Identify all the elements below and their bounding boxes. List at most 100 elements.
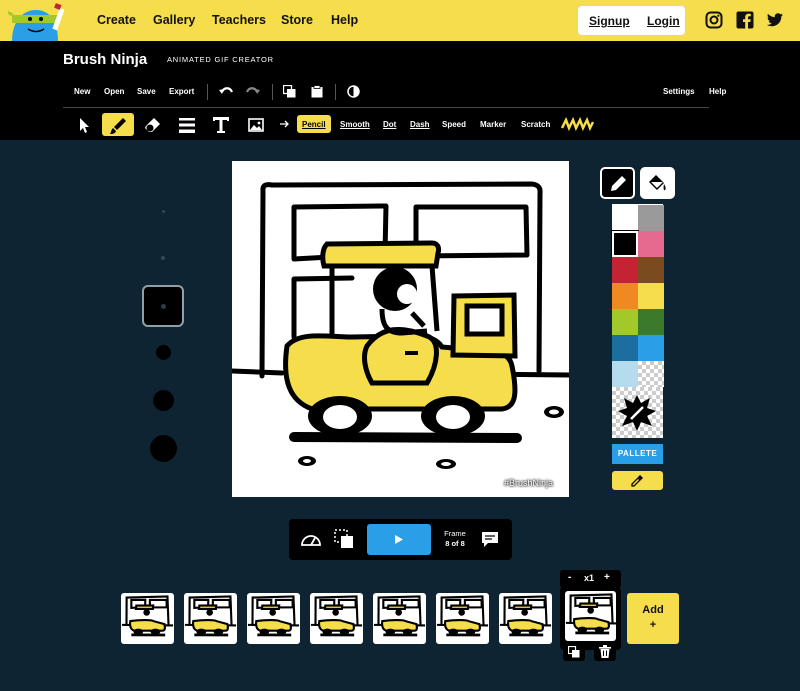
app-title: Brush Ninja xyxy=(63,51,148,68)
instagram-icon[interactable] xyxy=(705,11,723,29)
login-link[interactable]: Login xyxy=(647,14,680,28)
brush-speed[interactable]: Speed xyxy=(442,120,466,129)
trash-icon xyxy=(599,645,611,658)
eyedropper-icon xyxy=(631,475,643,487)
speed-gauge-icon[interactable] xyxy=(301,532,321,546)
redo-icon[interactable] xyxy=(245,86,261,98)
lines-tool-icon[interactable] xyxy=(177,115,197,135)
swatch-red[interactable] xyxy=(612,257,638,283)
frame-thumbnail-selected[interactable] xyxy=(565,591,616,641)
signup-link[interactable]: Signup xyxy=(589,14,630,28)
undo-icon[interactable] xyxy=(218,86,234,98)
menu-new[interactable]: New xyxy=(74,87,90,96)
eraser-tool-icon[interactable] xyxy=(143,115,163,135)
menu-save[interactable]: Save xyxy=(137,87,156,96)
swatch-white[interactable] xyxy=(612,205,638,231)
nav-create[interactable]: Create xyxy=(97,13,136,27)
swatch-lime[interactable] xyxy=(612,309,638,335)
play-button[interactable] xyxy=(367,524,431,555)
app-subtitle: ANIMATED GIF CREATOR xyxy=(167,55,274,64)
frame-thumbnail[interactable] xyxy=(121,593,174,644)
brush-marker[interactable]: Marker xyxy=(480,120,506,129)
custom-color-area[interactable] xyxy=(612,387,663,438)
speed-minus-button[interactable]: - xyxy=(568,572,571,583)
swatch-green[interactable] xyxy=(638,309,664,335)
nav-store[interactable]: Store xyxy=(281,13,313,27)
nav-help[interactable]: Help xyxy=(331,13,358,27)
brush-tool-icon[interactable] xyxy=(108,116,128,136)
size-option-2[interactable] xyxy=(161,256,165,260)
arrow-right-icon xyxy=(280,120,289,128)
swatch-light-blue[interactable] xyxy=(612,361,638,387)
brush-dot[interactable]: Dot xyxy=(383,120,396,129)
frame-thumbnail[interactable] xyxy=(184,593,237,644)
menu-help[interactable]: Help xyxy=(709,87,726,96)
swatch-yellow[interactable] xyxy=(638,283,664,309)
frame-thumbnail[interactable] xyxy=(436,593,489,644)
pencil-icon xyxy=(611,176,626,191)
size-option-6[interactable] xyxy=(150,435,177,462)
menu-open[interactable]: Open xyxy=(104,87,124,96)
frame-label: Frame xyxy=(444,529,466,538)
squiggle-brush-icon[interactable] xyxy=(560,116,594,132)
add-frame-button[interactable]: Add + xyxy=(627,593,679,644)
cart-drawing xyxy=(232,181,569,469)
add-frame-plus: + xyxy=(649,619,657,631)
text-tool-icon[interactable] xyxy=(211,115,231,135)
nav-teachers[interactable]: Teachers xyxy=(212,13,266,27)
select-tool-icon[interactable] xyxy=(74,115,94,135)
duplicate-frame-button[interactable] xyxy=(563,642,585,661)
swatch-transparent[interactable] xyxy=(638,361,664,387)
draw-mode-button[interactable] xyxy=(600,167,635,199)
divider xyxy=(335,84,336,100)
copy-icon[interactable] xyxy=(283,85,296,98)
playback-bar: Frame 8 of 8 xyxy=(289,519,512,560)
brush-smooth[interactable]: Smooth xyxy=(340,120,370,129)
brush-pencil[interactable]: Pencil xyxy=(302,120,326,129)
size-option-selected[interactable] xyxy=(142,285,184,327)
swatch-orange[interactable] xyxy=(612,283,638,309)
frame-thumbnail[interactable] xyxy=(373,593,426,644)
onion-frames-icon[interactable] xyxy=(334,529,354,549)
swatch-blue-dark[interactable] xyxy=(612,335,638,361)
swatch-gray[interactable] xyxy=(638,205,664,231)
drawing-canvas[interactable]: #BrushNinja xyxy=(232,161,569,497)
menu-settings[interactable]: Settings xyxy=(663,87,695,96)
ninja-logo-icon[interactable] xyxy=(8,2,64,41)
nav-gallery[interactable]: Gallery xyxy=(153,13,195,27)
facebook-icon[interactable] xyxy=(736,11,754,29)
frame-thumbnail[interactable] xyxy=(247,593,300,644)
size-option-1[interactable] xyxy=(162,210,165,213)
delete-frame-button[interactable] xyxy=(594,642,616,661)
paste-icon[interactable] xyxy=(311,85,323,98)
canvas-watermark: #BrushNinja xyxy=(504,478,554,488)
add-frame-label: Add xyxy=(642,604,664,616)
fill-mode-button[interactable] xyxy=(640,167,675,199)
frame-thumbnail[interactable] xyxy=(310,593,363,644)
speed-plus-button[interactable]: + xyxy=(604,572,610,583)
size-option-5[interactable] xyxy=(153,390,174,411)
splat-icon xyxy=(618,395,656,431)
menu-export[interactable]: Export xyxy=(169,87,194,96)
paint-bucket-icon xyxy=(649,175,666,191)
frame-thumbnail[interactable] xyxy=(499,593,552,644)
swatch-brown[interactable] xyxy=(638,257,664,283)
comment-icon[interactable] xyxy=(481,531,499,548)
top-navigation: Create Gallery Teachers Store Help Signu… xyxy=(0,0,800,41)
swatch-blue[interactable] xyxy=(638,335,664,361)
eyedropper-button[interactable] xyxy=(612,471,663,490)
onion-skin-icon[interactable] xyxy=(347,85,360,98)
image-tool-icon[interactable] xyxy=(246,115,266,135)
pallete-button[interactable]: PALLETE xyxy=(612,444,663,464)
size-option-4[interactable] xyxy=(156,345,171,360)
toolbar-divider xyxy=(63,107,709,108)
divider xyxy=(272,84,273,100)
auth-box: Signup Login xyxy=(578,6,685,35)
brush-scratch[interactable]: Scratch xyxy=(521,120,550,129)
swatch-black-selected[interactable] xyxy=(611,230,639,258)
twitter-icon[interactable] xyxy=(766,11,784,29)
brush-dash[interactable]: Dash xyxy=(410,120,430,129)
swatch-pink[interactable] xyxy=(638,231,664,257)
frame-speed-control: - x1 + xyxy=(560,570,621,588)
play-icon xyxy=(395,535,403,544)
